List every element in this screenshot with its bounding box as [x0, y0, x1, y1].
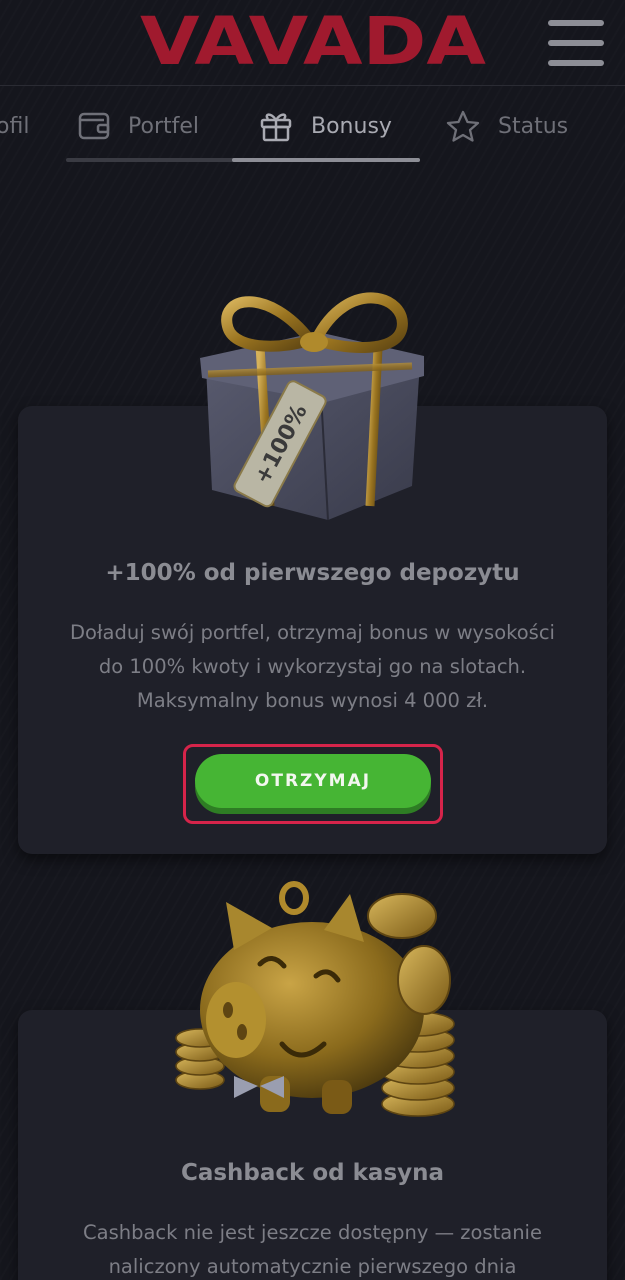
wallet-icon: [78, 112, 110, 140]
tab-label: Portfel: [128, 113, 200, 139]
tab-bonusy[interactable]: Bonusy: [259, 86, 392, 166]
tab-label: Status: [498, 113, 569, 139]
tab-active-indicator: [232, 158, 420, 162]
tab-profil[interactable]: ofil: [0, 86, 29, 166]
vavada-logo[interactable]: VAVADA: [138, 12, 488, 70]
gift-icon: [260, 113, 292, 142]
top-header: VAVADA: [0, 0, 625, 86]
svg-text:VAVADA: VAVADA: [140, 12, 486, 70]
gift-box-illustration: +100%: [200, 292, 424, 521]
tab-portfel[interactable]: Portfel: [78, 86, 199, 166]
bonus-description: Cashback nie jest jeszcze dostępny — zos…: [83, 1221, 542, 1278]
tab-status[interactable]: Status: [446, 86, 568, 166]
bonus-title: Cashback od kasyna: [180, 1160, 445, 1186]
account-tabs: ofil Portfel Bonusy Status: [0, 86, 625, 166]
star-icon: [446, 110, 480, 142]
tab-label: Bonusy: [311, 113, 392, 139]
piggy-bank-illustration: [175, 881, 455, 1117]
tab-label: ofil: [0, 113, 30, 139]
get-bonus-button[interactable]: OTRZYMAJ: [195, 754, 431, 808]
hamburger-menu-icon[interactable]: [548, 20, 604, 66]
bonus-title: +100% od pierwszego depozytu: [105, 560, 520, 586]
bonus-description: Doładuj swój portfel, otrzymaj bonus w w…: [70, 621, 555, 712]
